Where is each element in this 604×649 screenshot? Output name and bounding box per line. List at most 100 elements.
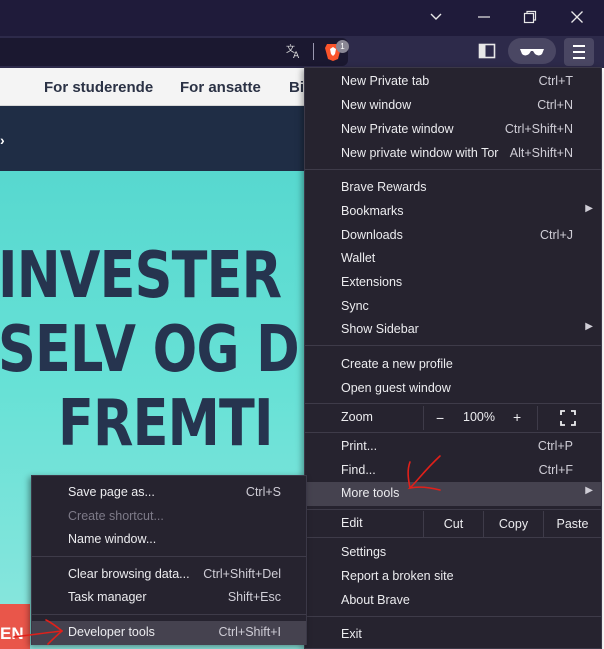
cut-button[interactable]: Cut <box>423 511 483 537</box>
submenu-item-shortcut: Ctrl+S <box>245 485 281 499</box>
hero-headline-line-3: FREMTI <box>58 387 274 461</box>
submenu-item-label: Task manager <box>68 590 147 604</box>
zoom-divider <box>423 406 424 430</box>
menu-item-label: More tools <box>341 486 400 500</box>
menu-item-guest-window[interactable]: Open guest window <box>305 377 601 401</box>
translate-icon[interactable]: 文A <box>285 42 303 65</box>
menu-divider <box>305 432 601 433</box>
site-nav: For studerende For ansatte Bi <box>0 68 310 106</box>
sidebar-toggle-icon[interactable] <box>478 42 496 65</box>
minimize-icon[interactable] <box>464 6 504 30</box>
submenu-item-shortcut: Ctrl+Shift+I <box>218 625 281 639</box>
menu-item-shortcut: Ctrl+J <box>540 228 573 242</box>
menu-item-label: Show Sidebar <box>341 322 419 336</box>
submenu-item-task-manager[interactable]: Task manager Shift+Esc <box>32 586 306 610</box>
zoom-level: 100% <box>463 410 495 424</box>
menu-item-exit[interactable]: Exit <box>305 623 601 647</box>
menu-item-label: New window <box>341 98 412 112</box>
menu-item-new-private-window[interactable]: New Private window Ctrl+Shift+N <box>305 118 601 142</box>
submenu-item-label: Developer tools <box>68 625 155 639</box>
menu-item-label: About Brave <box>341 593 410 607</box>
menu-item-label: Extensions <box>341 275 403 289</box>
menu-item-print[interactable]: Print... Ctrl+P <box>305 435 601 459</box>
restore-icon[interactable] <box>510 6 550 30</box>
menu-item-new-private-tab[interactable]: New Private tab Ctrl+T <box>305 70 601 94</box>
menu-item-label: Exit <box>341 627 362 641</box>
menu-item-find[interactable]: Find... Ctrl+F <box>305 459 601 483</box>
private-window-icon[interactable] <box>508 38 556 64</box>
toolbar-divider <box>313 43 314 60</box>
menu-item-brave-rewards[interactable]: Brave Rewards <box>305 176 601 200</box>
submenu-arrow-icon: ▶ <box>585 203 593 214</box>
main-menu-icon[interactable] <box>564 38 594 66</box>
menu-item-report-broken-site[interactable]: Report a broken site <box>305 565 601 589</box>
submenu-arrow-icon: ▶ <box>585 485 593 496</box>
browser-main-menu: New Private tab Ctrl+T New window Ctrl+N… <box>304 67 602 649</box>
menu-item-sync[interactable]: Sync <box>305 295 601 319</box>
submenu-item-name-window[interactable]: Name window... <box>32 528 306 552</box>
menu-item-label: Wallet <box>341 251 376 265</box>
menu-item-shortcut: Ctrl+F <box>538 463 573 477</box>
submenu-arrow-icon: ▶ <box>585 321 593 332</box>
menu-item-label: Print... <box>341 439 378 453</box>
submenu-item-create-shortcut: Create shortcut... <box>32 505 306 529</box>
submenu-item-label: Clear browsing data... <box>68 567 190 581</box>
submenu-item-clear-browsing-data[interactable]: Clear browsing data... Ctrl+Shift+Del <box>32 563 306 587</box>
zoom-out-button[interactable]: − <box>436 410 444 426</box>
zoom-in-button[interactable]: + <box>513 409 521 425</box>
tab-search-chevron-icon[interactable] <box>416 6 456 30</box>
menu-item-shortcut: Ctrl+N <box>537 98 573 112</box>
fullscreen-icon[interactable] <box>560 410 576 431</box>
close-icon[interactable] <box>557 6 597 30</box>
hero-cta-label: EN <box>0 624 24 643</box>
menu-item-label: Report a broken site <box>341 569 454 583</box>
menu-divider <box>305 537 601 538</box>
menu-item-label: Open guest window <box>341 381 451 395</box>
site-logo-fragment[interactable]: › <box>0 132 5 148</box>
submenu-divider <box>32 614 306 615</box>
menu-item-new-window[interactable]: New window Ctrl+N <box>305 94 601 118</box>
menu-item-new-tor-window[interactable]: New private window with Tor Alt+Shift+N <box>305 142 601 166</box>
menu-item-downloads[interactable]: Downloads Ctrl+J <box>305 224 601 248</box>
menu-divider <box>305 169 601 170</box>
menu-item-more-tools[interactable]: More tools ▶ <box>305 482 601 506</box>
shields-count-badge: 1 <box>336 40 349 53</box>
menu-item-show-sidebar[interactable]: Show Sidebar ▶ <box>305 318 601 342</box>
menu-item-label: New private window with Tor <box>341 146 499 160</box>
copy-button[interactable]: Copy <box>483 511 543 537</box>
menu-item-create-profile[interactable]: Create a new profile <box>305 353 601 377</box>
menu-item-label: New Private window <box>341 122 454 136</box>
menu-item-shortcut: Ctrl+P <box>537 439 573 453</box>
menu-item-bookmarks[interactable]: Bookmarks ▶ <box>305 200 601 224</box>
submenu-item-label: Name window... <box>68 532 157 546</box>
menu-item-label: Downloads <box>341 228 403 242</box>
menu-item-extensions[interactable]: Extensions <box>305 271 601 295</box>
menu-divider <box>305 616 601 617</box>
menu-item-zoom: Zoom − 100% + <box>305 406 601 430</box>
paste-button[interactable]: Paste <box>543 511 601 537</box>
submenu-item-label: Save page as... <box>68 485 155 499</box>
menu-item-label: Bookmarks <box>341 204 404 218</box>
menu-divider <box>305 509 601 510</box>
hero-cta-button[interactable]: EN <box>0 604 30 649</box>
nav-link-staff[interactable]: For ansatte <box>180 79 261 96</box>
menu-item-wallet[interactable]: Wallet <box>305 247 601 271</box>
site-header: › <box>0 106 310 171</box>
submenu-divider <box>32 556 306 557</box>
nav-link-cut-off[interactable]: Bi <box>289 79 304 96</box>
menu-item-edit: Edit Cut Copy Paste <box>305 511 601 537</box>
submenu-item-save-page[interactable]: Save page as... Ctrl+S <box>32 481 306 505</box>
menu-item-about-brave[interactable]: About Brave <box>305 589 601 613</box>
menu-divider <box>305 345 601 346</box>
svg-text:A: A <box>293 51 300 60</box>
menu-item-settings[interactable]: Settings <box>305 541 601 565</box>
hero-headline-line-2: SELV OG D <box>0 313 300 387</box>
menu-item-label: Create a new profile <box>341 357 453 371</box>
submenu-item-developer-tools[interactable]: Developer tools Ctrl+Shift+I <box>32 621 306 645</box>
nav-link-students[interactable]: For studerende <box>44 79 153 96</box>
more-tools-submenu: Save page as... Ctrl+S Create shortcut..… <box>31 475 307 645</box>
zoom-label: Zoom <box>341 410 373 424</box>
submenu-item-shortcut: Ctrl+Shift+Del <box>203 567 281 581</box>
menu-item-label: Settings <box>341 545 387 559</box>
menu-item-label: Sync <box>341 299 369 313</box>
